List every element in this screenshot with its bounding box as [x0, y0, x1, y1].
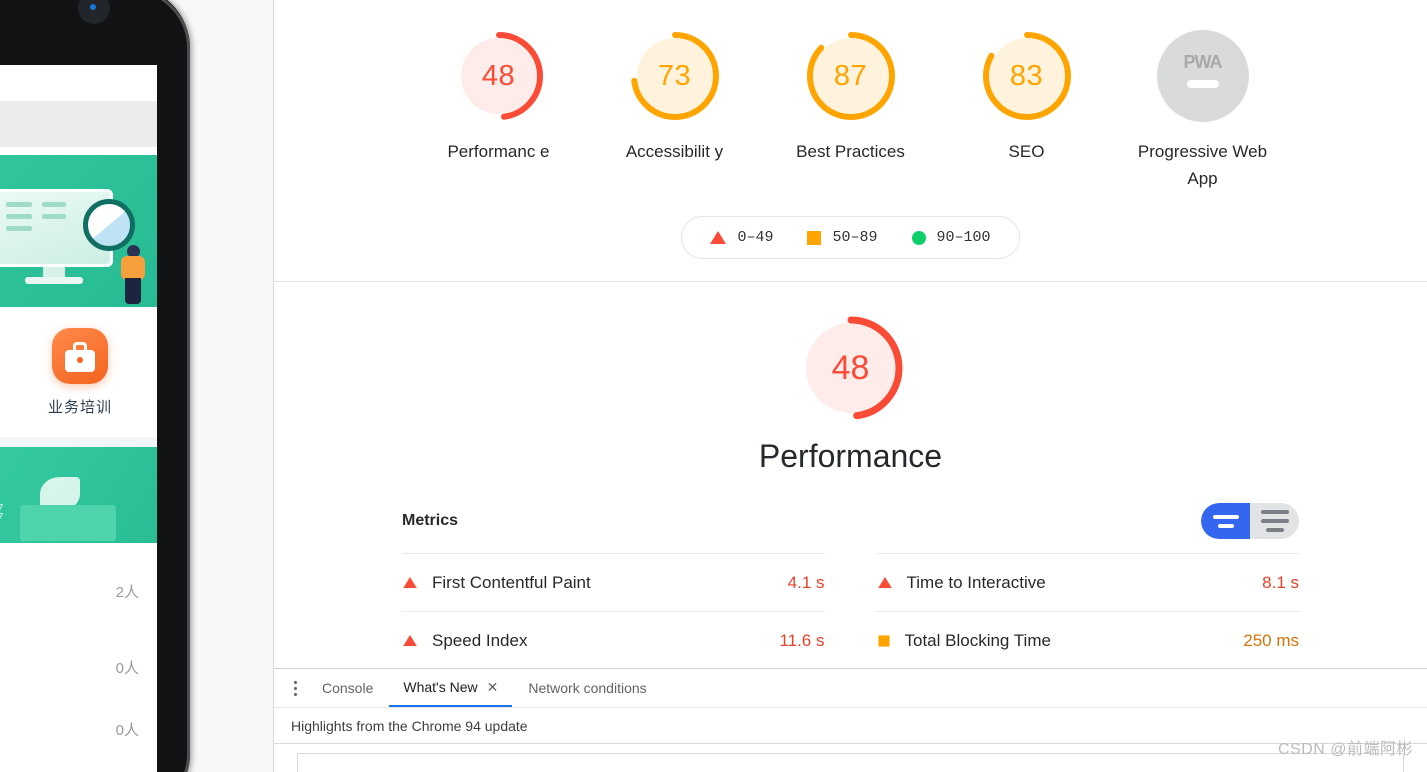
legend-item-fail: 0–49: [710, 229, 773, 246]
legend-item-pass: 90–100: [911, 229, 991, 246]
whats-new-card[interactable]: [297, 753, 1404, 772]
list-item-count: 0人: [115, 660, 139, 677]
metrics-grid: First Contentful Paint 4.1 s Speed Index…: [402, 553, 1299, 668]
gauge-label: Best Practices: [796, 142, 905, 161]
square-marker-icon: [877, 634, 890, 647]
devtools-panel: 48 Performanc e 73 Accessibilit y 87 Bes…: [273, 0, 1427, 772]
circle-marker-icon: [911, 230, 926, 245]
phone-screen: 业务培训 ▽▽ 2人 0人 0人 0人: [0, 65, 157, 772]
banner-person-illustration: [117, 245, 151, 305]
metric-value: 8.1 s: [1262, 572, 1299, 592]
devtools-drawer: Console What's New ✕ Network conditions …: [274, 668, 1427, 772]
gauge-label: Accessibilit y: [625, 142, 724, 161]
category-title: Performance: [758, 438, 943, 474]
metrics-header: Metrics: [402, 503, 1299, 553]
metric-name: Speed Index: [432, 630, 528, 650]
gauge-ring: 73: [629, 30, 721, 122]
metric-value: 4.1 s: [787, 572, 825, 592]
drawer-tab-network-conditions[interactable]: Network conditions: [514, 669, 660, 707]
phone-status-bar: [0, 65, 157, 101]
category-header-performance: 48 Performance: [274, 282, 1427, 475]
metrics-column-left: First Contentful Paint 4.1 s Speed Index…: [402, 553, 851, 668]
metric-name: First Contentful Paint: [432, 572, 591, 592]
gauge-label: SEO: [1008, 142, 1045, 161]
phone-camera-dot-icon: [90, 4, 96, 10]
pwa-badge-icon: PWA: [1156, 30, 1249, 122]
drawer-tab-bar: Console What's New ✕ Network conditions: [274, 669, 1427, 708]
drawer-tab-label: What's New: [403, 679, 478, 695]
gauge-score-value: 73: [657, 59, 692, 92]
metrics-view-toggle[interactable]: [1201, 503, 1299, 539]
phone-search-bar[interactable]: [0, 101, 157, 147]
metrics-section: Metrics First Contentful Paint 4.1 s Spe…: [402, 503, 1299, 668]
app-root: 业务培训 ▽▽ 2人 0人 0人 0人: [0, 0, 1427, 772]
drawer-tab-label: Console: [322, 680, 374, 696]
gauge-score-value: 48: [481, 59, 516, 92]
gauge-ring: 87: [805, 30, 897, 122]
score-legend-wrapper: 0–49 50–89 90–100: [274, 216, 1427, 259]
metrics-column-right: Time to Interactive 8.1 s Total Blocking…: [851, 553, 1299, 668]
score-legend: 0–49 50–89 90–100: [681, 216, 1020, 259]
chevron-down-icon: ▽▽: [0, 501, 3, 527]
square-marker-icon: [807, 230, 822, 245]
metric-row[interactable]: Time to Interactive 8.1 s: [876, 553, 1299, 611]
phone-app-grid: 业务培训: [0, 307, 157, 437]
metric-row[interactable]: First Contentful Paint 4.1 s: [402, 553, 825, 611]
more-options-icon[interactable]: [284, 680, 306, 696]
gauge-pwa[interactable]: PWA Progressive Web App: [1137, 30, 1269, 192]
metric-value: 250 ms: [1243, 630, 1299, 650]
legend-range: 50–89: [832, 229, 878, 246]
phone-course-list: 2人 0人 0人 0人: [0, 543, 157, 772]
triangle-marker-icon: [403, 634, 417, 647]
metric-row[interactable]: Speed Index 11.6 s: [402, 611, 825, 668]
metric-name: Total Blocking Time: [904, 630, 1051, 650]
list-item-count: 2人: [115, 584, 139, 601]
triangle-marker-icon: [403, 576, 417, 589]
list-item-count: 0人: [115, 722, 139, 739]
metrics-heading: Metrics: [402, 512, 459, 529]
app-tile-training[interactable]: 业务培训: [30, 327, 130, 417]
app-tile-label: 业务培训: [47, 398, 112, 416]
phone-secondary-banner[interactable]: ▽▽: [0, 447, 157, 543]
watermark: CSDN @前端阿彬: [1277, 741, 1413, 758]
toggle-expanded-view[interactable]: [1250, 503, 1299, 539]
triangle-marker-icon: [877, 576, 892, 589]
toggle-compact-view[interactable]: [1201, 503, 1250, 539]
lighthouse-score-gauges: 48 Performanc e 73 Accessibilit y 87 Bes…: [274, 0, 1427, 192]
briefcase-icon: [52, 327, 108, 384]
gauge-label: Progressive Web App: [1137, 142, 1268, 188]
gauge-score-value: 87: [833, 59, 868, 92]
metric-value: 11.6 s: [779, 630, 825, 650]
drawer-tab-label: Network conditions: [528, 680, 647, 696]
legend-range: 0–49: [737, 229, 774, 246]
whats-new-subtitle: Highlights from the Chrome 94 update: [274, 708, 1427, 744]
gauge-ring: 48: [453, 30, 545, 122]
metric-row[interactable]: Total Blocking Time 250 ms: [876, 611, 1299, 668]
close-icon[interactable]: ✕: [487, 679, 499, 696]
phone-spacer: [0, 147, 157, 155]
triangle-marker-icon: [710, 231, 727, 244]
lighthouse-report: 48 Performanc e 73 Accessibilit y 87 Bes…: [274, 0, 1427, 668]
legend-item-average: 50–89: [807, 229, 878, 246]
gauge-seo[interactable]: 83 SEO: [961, 30, 1093, 192]
banner-magnifier-icon: [83, 199, 135, 251]
drawer-tab-console[interactable]: Console: [308, 669, 387, 707]
gauge-score-value: 83: [1009, 59, 1044, 92]
phone-mockup-area: 业务培训 ▽▽ 2人 0人 0人 0人: [0, 0, 273, 772]
banner2-box-shape: [20, 505, 116, 541]
pwa-badge-text: PWA: [1183, 52, 1222, 72]
phone-hero-banner[interactable]: [0, 155, 157, 307]
drawer-tab-whats-new[interactable]: What's New ✕: [389, 669, 513, 707]
category-gauge-ring: 48: [797, 314, 905, 422]
pwa-dash-icon: [1186, 80, 1219, 88]
category-score-value: 48: [831, 348, 870, 387]
gauge-ring: 83: [981, 30, 1073, 122]
legend-range: 90–100: [936, 229, 991, 246]
gauge-best-practices[interactable]: 87 Best Practices: [785, 30, 917, 192]
gauge-accessibility[interactable]: 73 Accessibilit y: [609, 30, 741, 192]
gauge-performance[interactable]: 48 Performanc e: [433, 30, 565, 192]
phone-section-divider: [0, 437, 157, 447]
metric-name: Time to Interactive: [906, 572, 1046, 592]
gauge-label: Performanc e: [447, 142, 550, 161]
